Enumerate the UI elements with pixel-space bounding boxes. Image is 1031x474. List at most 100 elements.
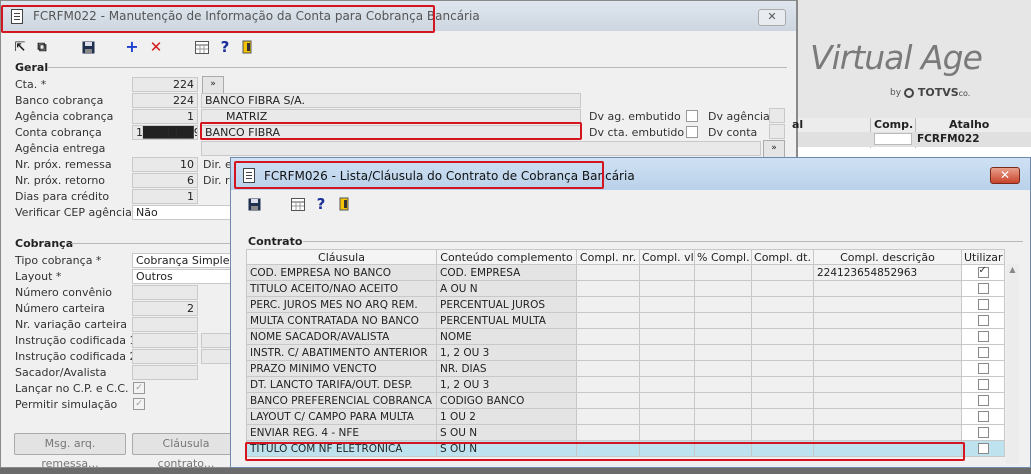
compl-vl-cell[interactable] xyxy=(639,360,695,377)
dv-agencia-field[interactable] xyxy=(769,108,785,123)
col-header-compl-vl[interactable]: Compl. vl. xyxy=(639,249,695,265)
table-row[interactable]: PRAZO MINIMO VENCTO NR. DIAS xyxy=(246,360,1005,377)
conteudo-cell[interactable]: 1 OU 2 xyxy=(436,408,577,425)
clausula-cell[interactable]: NOME SACADOR/AVALISTA xyxy=(246,328,437,345)
compl-vl-cell[interactable] xyxy=(639,264,695,281)
compl-nr-cell[interactable] xyxy=(576,328,640,345)
save-icon[interactable] xyxy=(247,198,261,212)
pct-compl-cell[interactable] xyxy=(694,296,752,313)
exit-icon[interactable] xyxy=(241,40,255,54)
compl-nr-cell[interactable] xyxy=(576,312,640,329)
compl-descricao-cell[interactable]: 224123654852963 xyxy=(813,264,962,281)
utilizar-checkbox[interactable] xyxy=(977,395,989,406)
col-header-compl-nr[interactable]: Compl. nr. xyxy=(576,249,640,265)
pct-compl-cell[interactable] xyxy=(694,264,752,281)
col-header-utilizar[interactable]: Utilizar xyxy=(961,249,1005,265)
clausula-cell[interactable]: LAYOUT C/ CAMPO PARA MULTA xyxy=(246,408,437,425)
compl-descricao-cell[interactable] xyxy=(813,424,962,441)
lookup-button[interactable]: » xyxy=(202,76,224,94)
compl-dt-cell[interactable] xyxy=(751,328,814,345)
compl-vl-cell[interactable] xyxy=(639,344,695,361)
clausula-cell[interactable]: PRAZO MINIMO VENCTO xyxy=(246,360,437,377)
cta-field[interactable]: 224 xyxy=(132,77,198,92)
simulacao-checkbox[interactable]: ✓ xyxy=(133,398,145,410)
compl-dt-cell[interactable] xyxy=(751,408,814,425)
pct-compl-cell[interactable] xyxy=(694,328,752,345)
utilizar-checkbox[interactable] xyxy=(977,379,989,390)
pct-compl-cell[interactable] xyxy=(694,408,752,425)
carteira-field[interactable]: 2 xyxy=(132,301,198,316)
layout-select[interactable]: Outros xyxy=(132,269,232,284)
compl-vl-cell[interactable] xyxy=(639,408,695,425)
compl-vl-cell[interactable] xyxy=(639,392,695,409)
utilizar-checkbox[interactable] xyxy=(977,443,989,454)
banco-code-field[interactable]: 224 xyxy=(132,93,198,108)
utilizar-checkbox[interactable] xyxy=(977,427,989,438)
compl-nr-cell[interactable] xyxy=(576,344,640,361)
compl-nr-cell[interactable] xyxy=(576,264,640,281)
conteudo-cell[interactable]: PERCENTUAL MULTA xyxy=(436,312,577,329)
save-icon[interactable] xyxy=(81,41,95,55)
nr-retorno-field[interactable]: 6 xyxy=(132,173,198,188)
compl-vl-cell[interactable] xyxy=(639,280,695,297)
dv-ag-embutido-checkbox[interactable] xyxy=(686,110,698,122)
compl-descricao-cell[interactable] xyxy=(813,344,962,361)
compl-dt-cell[interactable] xyxy=(751,424,814,441)
compl-vl-cell[interactable] xyxy=(639,328,695,345)
close-button[interactable]: ✕ xyxy=(990,167,1020,184)
help-icon[interactable]: ? xyxy=(218,40,232,55)
add-icon[interactable]: + xyxy=(125,39,139,55)
compl-nr-cell[interactable] xyxy=(576,360,640,377)
clausula-cell[interactable]: INSTR. C/ ABATIMENTO ANTERIOR xyxy=(246,344,437,361)
verificar-cep-select[interactable]: Não xyxy=(132,205,232,220)
table-row[interactable]: ENVIAR REG. 4 - NFE S OU N xyxy=(246,424,1005,441)
help-icon[interactable]: ? xyxy=(314,197,328,212)
instr2-field[interactable] xyxy=(132,349,198,364)
dv-conta-field[interactable] xyxy=(769,124,785,139)
compl-nr-cell[interactable] xyxy=(576,296,640,313)
utilizar-checkbox[interactable] xyxy=(977,266,989,278)
msg-remessa-button[interactable]: Msg. arq. remessa... xyxy=(14,433,126,470)
compl-dt-cell[interactable] xyxy=(751,344,814,361)
lancar-checkbox[interactable]: ✓ xyxy=(133,382,145,394)
compl-dt-cell[interactable] xyxy=(751,392,814,409)
compl-descricao-cell[interactable] xyxy=(813,392,962,409)
pct-compl-cell[interactable] xyxy=(694,392,752,409)
compl-nr-cell[interactable] xyxy=(576,392,640,409)
pct-compl-cell[interactable] xyxy=(694,360,752,377)
conteudo-cell[interactable]: CODIGO BANCO xyxy=(436,392,577,409)
compl-dt-cell[interactable] xyxy=(751,296,814,313)
clausula-cell[interactable]: BANCO PREFERENCIAL COBRANCA xyxy=(246,392,437,409)
compl-descricao-cell[interactable] xyxy=(813,280,962,297)
exit-icon[interactable] xyxy=(338,197,352,211)
pct-compl-cell[interactable] xyxy=(694,344,752,361)
utilizar-checkbox[interactable] xyxy=(977,331,989,342)
compl-descricao-cell[interactable] xyxy=(813,360,962,377)
agencia-code-field[interactable]: 1 xyxy=(132,109,198,124)
col-header-conteudo[interactable]: Conteúdo complemento xyxy=(436,249,577,265)
table-row[interactable]: MULTA CONTRATADA NO BANCO PERCENTUAL MULT… xyxy=(246,312,1005,329)
lookup-button-2[interactable]: » xyxy=(763,140,785,158)
convenio-field[interactable] xyxy=(132,285,198,300)
shortcut-row[interactable] xyxy=(798,132,1031,147)
table-row[interactable]: COD. EMPRESA NO BANCO COD. EMPRESA 2241236… xyxy=(246,264,1005,281)
table-row[interactable]: NOME SACADOR/AVALISTA NOME xyxy=(246,328,1005,345)
table-row[interactable]: LAYOUT C/ CAMPO PARA MULTA 1 OU 2 xyxy=(246,408,1005,425)
utilizar-checkbox[interactable] xyxy=(977,363,989,374)
clausula-contrato-button[interactable]: Cláusula contrato... xyxy=(132,433,240,470)
conteudo-cell[interactable]: S OU N xyxy=(436,424,577,441)
nr-remessa-field[interactable]: 10 xyxy=(132,157,198,172)
instr1-field[interactable] xyxy=(132,333,198,348)
col-header-pct-compl[interactable]: % Compl. xyxy=(694,249,752,265)
compl-dt-cell[interactable] xyxy=(751,312,814,329)
compl-descricao-cell[interactable] xyxy=(813,376,962,393)
arrow-nav-icon[interactable]: ⇱ xyxy=(13,41,27,55)
conteudo-cell[interactable]: A OU N xyxy=(436,280,577,297)
table-row[interactable]: INSTR. C/ ABATIMENTO ANTERIOR 1, 2 OU 3 xyxy=(246,344,1005,361)
table-row[interactable]: DT. LANCTO TARIFA/OUT. DESP. 1, 2 OU 3 xyxy=(246,376,1005,393)
clausula-cell[interactable]: COD. EMPRESA NO BANCO xyxy=(246,264,437,281)
conteudo-cell[interactable]: PERCENTUAL JUROS xyxy=(436,296,577,313)
compl-nr-cell[interactable] xyxy=(576,424,640,441)
compl-descricao-cell[interactable] xyxy=(813,296,962,313)
compl-vl-cell[interactable] xyxy=(639,312,695,329)
